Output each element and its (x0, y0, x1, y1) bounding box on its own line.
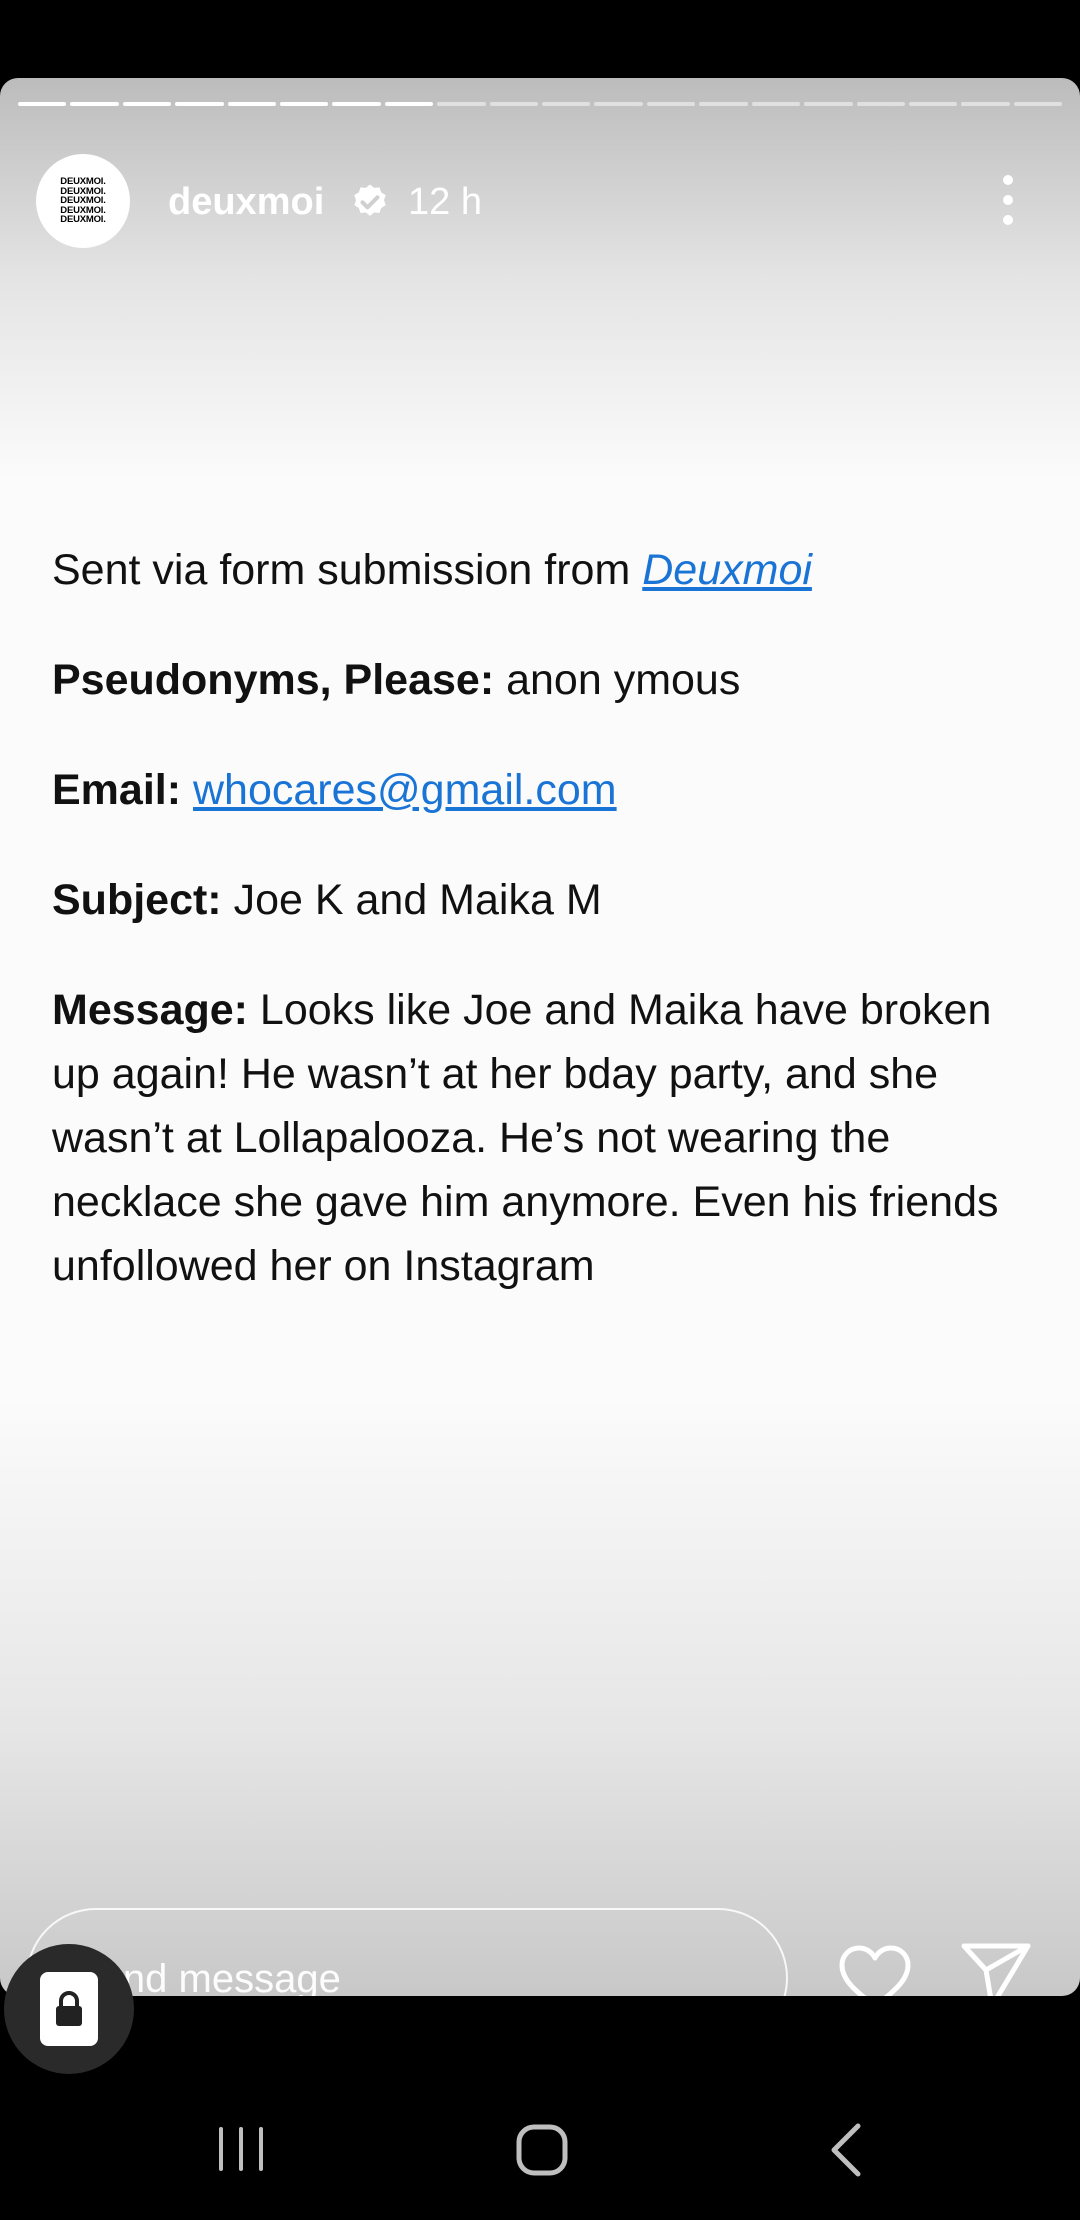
avatar-logo: DEUXMOI. DEUXMOI. DEUXMOI. DEUXMOI. DEUX… (60, 177, 106, 226)
more-vertical-icon[interactable] (992, 170, 1024, 230)
progress-segment (384, 102, 434, 106)
progress-segment (18, 102, 67, 106)
progress-segment (594, 102, 643, 106)
message-label: Message: (52, 986, 248, 1034)
story-header: DEUXMOI. DEUXMOI. DEUXMOI. DEUXMOI. DEUX… (0, 136, 1080, 264)
story-footer (0, 1908, 1080, 1996)
progress-segment (332, 102, 381, 106)
heart-icon[interactable] (838, 1944, 912, 1996)
progress-segment (227, 102, 277, 106)
back-icon[interactable] (826, 2122, 866, 2178)
progress-segment (280, 102, 329, 106)
pseudonym-label: Pseudonyms, Please: (52, 656, 495, 704)
progress-segment (751, 102, 801, 106)
send-message-box[interactable] (26, 1908, 788, 1996)
pseudonym-value: anon ymous (494, 656, 741, 704)
progress-segment (699, 102, 748, 106)
message-line: Message: Looks like Joe and Maika have b… (52, 978, 1042, 1298)
subject-value: Joe K and Maika M (221, 876, 602, 924)
subject-line: Subject: Joe K and Maika M (52, 868, 1042, 932)
recent-apps-icon[interactable] (216, 2124, 266, 2174)
intro-text: Sent via form submission from (52, 546, 643, 594)
send-message-input[interactable] (72, 1948, 716, 1996)
progress-segment (437, 102, 486, 106)
verified-badge-icon (354, 184, 386, 216)
progress-segment (804, 102, 853, 106)
post-time: 12 h (408, 181, 482, 223)
progress-segment (542, 102, 591, 106)
system-navigation-bar (0, 2080, 1080, 2220)
email-link[interactable]: whocares@gmail.com (193, 766, 617, 814)
progress-segment (646, 102, 696, 106)
pseudonym-line: Pseudonyms, Please: anon ymous (52, 648, 1042, 712)
progress-segment (175, 102, 224, 106)
story-progress-bar (18, 102, 1063, 106)
progress-segment (856, 102, 905, 106)
home-icon[interactable] (514, 2122, 570, 2178)
progress-segment (961, 102, 1010, 106)
deuxmoi-link[interactable]: Deuxmoi (642, 546, 812, 594)
progress-segment (70, 102, 119, 106)
subject-label: Subject: (52, 876, 222, 924)
story-content: Sent via form submission from Deuxmoi Ps… (52, 538, 1042, 1344)
avatar-text-line: DEUXMOI. (60, 214, 106, 226)
progress-segment (908, 102, 958, 106)
send-icon[interactable] (960, 1940, 1032, 1996)
username[interactable]: deuxmoi (168, 180, 324, 224)
story-viewer[interactable]: DEUXMOI. DEUXMOI. DEUXMOI. DEUXMOI. DEUX… (0, 78, 1080, 1996)
email-label: Email: (52, 766, 182, 814)
lock-icon (56, 1991, 82, 2026)
avatar[interactable]: DEUXMOI. DEUXMOI. DEUXMOI. DEUXMOI. DEUX… (36, 154, 130, 248)
progress-segment (1013, 102, 1063, 106)
email-line: Email: whocares@gmail.com (52, 758, 1042, 822)
lock-icon-container (40, 1972, 98, 2046)
progress-segment (489, 102, 539, 106)
progress-segment (122, 102, 172, 106)
intro-line: Sent via form submission from Deuxmoi (52, 538, 1042, 602)
lock-button[interactable] (4, 1944, 134, 2074)
